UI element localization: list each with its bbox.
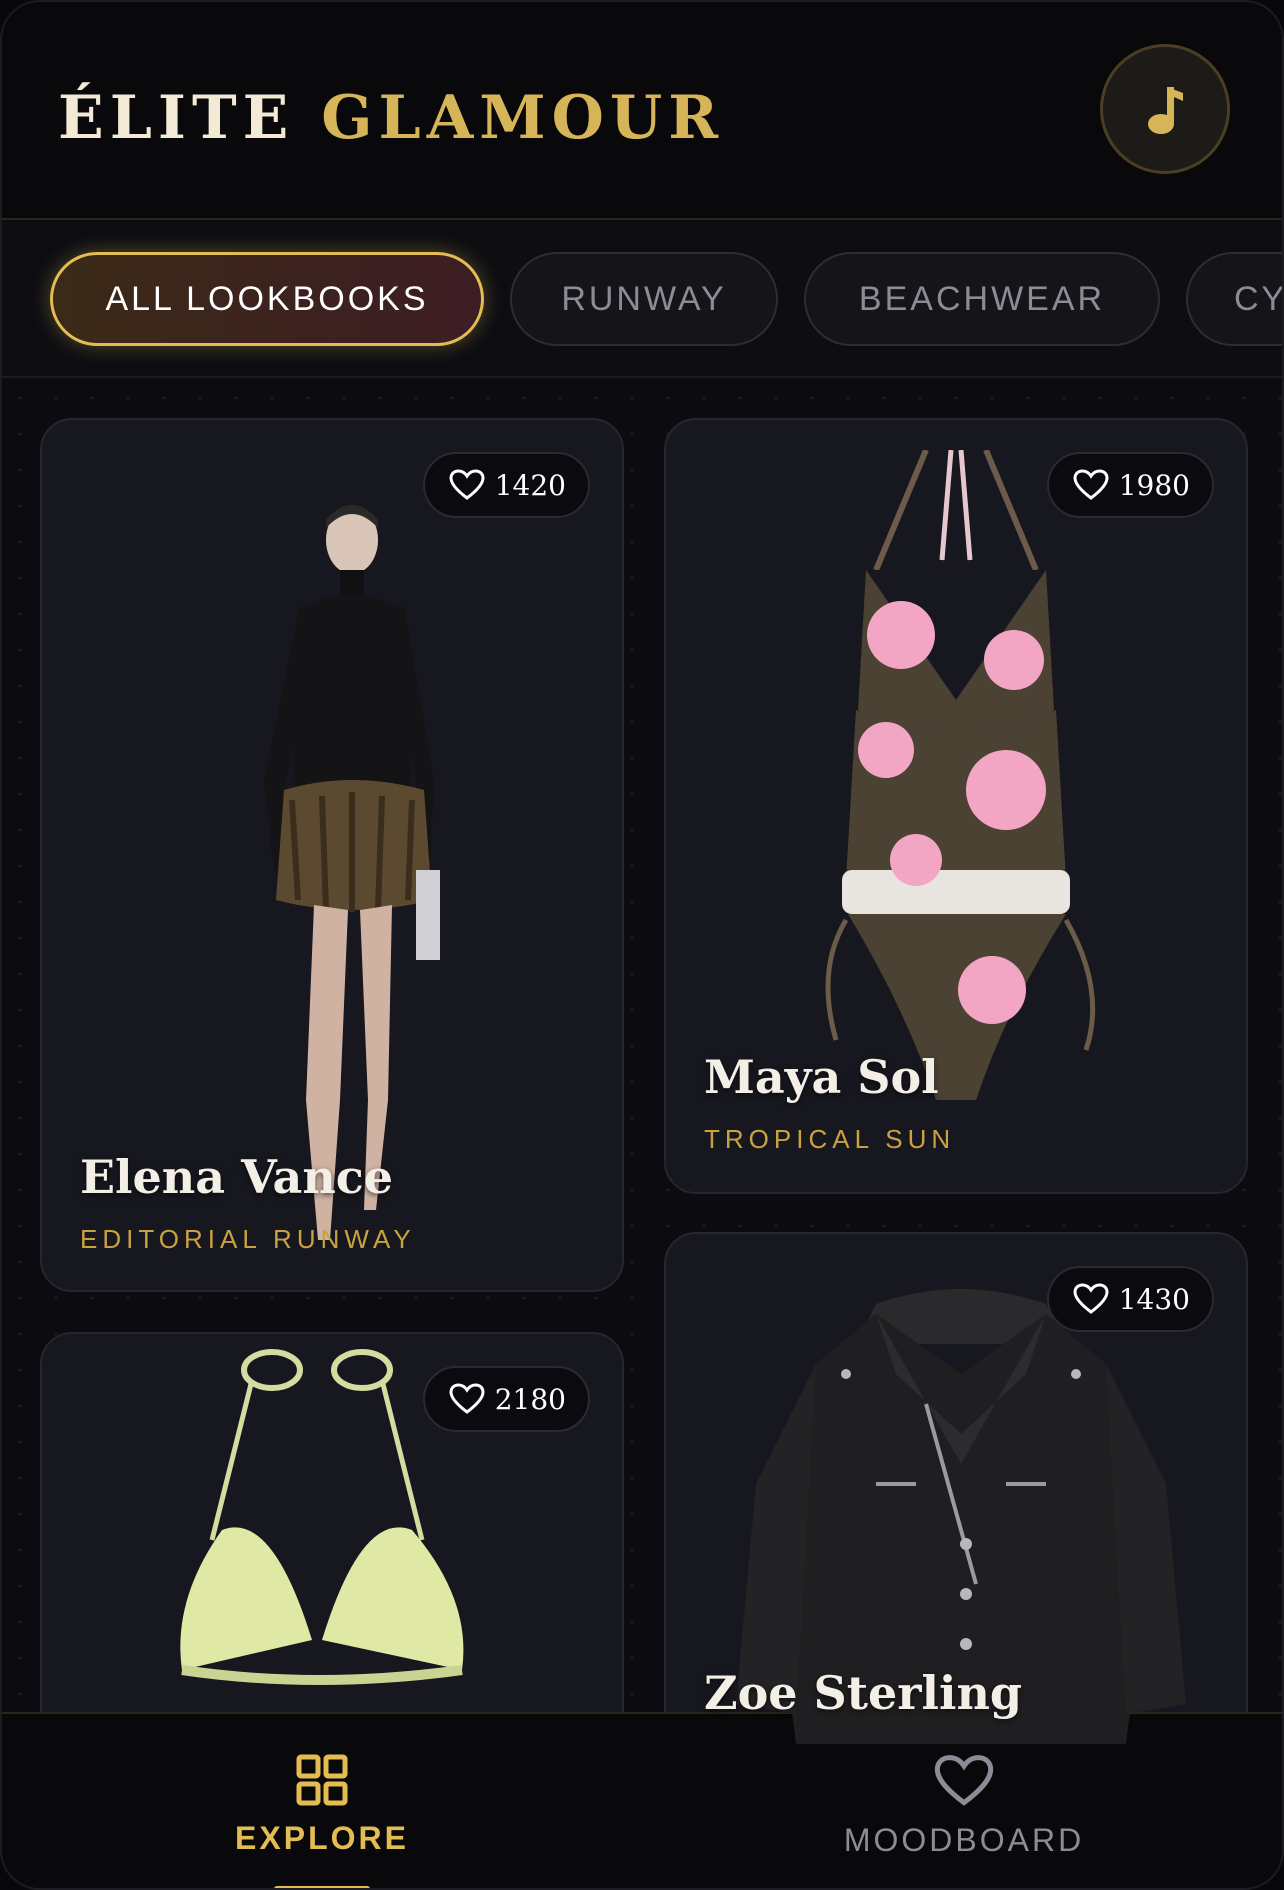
nav-explore-label: EXPLORE [235,1820,409,1856]
like-count: 1430 [1118,1282,1190,1316]
filter-chip-label: RUNWAY [561,279,727,318]
like-count: 1980 [1118,468,1190,502]
header: ÉLITE GLAMOUR [2,2,1282,220]
music-note-icon [1148,87,1183,134]
like-count: 2180 [494,1382,566,1416]
heart-icon [449,469,485,500]
card-category: TROPICAL SUN [704,1124,956,1154]
app-window: ÉLITE GLAMOUR ALL LOOKBOOKS RUNWAY BEACH… [0,0,1284,1890]
filter-chip-runway[interactable]: RUNWAY [510,252,778,346]
lookbook-grid: 1420 Elena Vance EDITORIAL RUNWAY 1980 M… [2,380,1282,1752]
filter-bar: ALL LOOKBOOKS RUNWAY BEACHWEAR CY [2,222,1284,378]
like-button[interactable]: 2180 [422,1366,590,1432]
nav-moodboard[interactable]: MOODBOARD [814,1754,1114,1859]
like-count: 1420 [494,468,566,502]
music-toggle-button[interactable] [1100,44,1230,174]
card-category: EDITORIAL RUNWAY [80,1224,416,1254]
filter-chip-label: BEACHWEAR [858,279,1106,318]
filter-chip-label: CY [1234,279,1284,318]
lookbook-card-maya-sol[interactable]: 1980 Maya Sol TROPICAL SUN [664,418,1248,1194]
runway-model-image [264,505,440,1240]
like-button[interactable]: 1430 [1046,1266,1214,1332]
brand-logo: ÉLITE GLAMOUR [58,78,724,158]
heart-icon [1073,1283,1109,1314]
brand-word-glamour: GLAMOUR [321,83,725,153]
card-title: Maya Sol [704,1050,939,1104]
filter-chip-cyber[interactable]: CY [1186,252,1284,346]
card-title: Zoe Sterling [704,1666,1023,1720]
lookbook-card-zoe-sterling[interactable]: 1430 Zoe Sterling [664,1232,1248,1752]
like-button[interactable]: 1980 [1046,452,1214,518]
filter-chip-beachwear[interactable]: BEACHWEAR [804,252,1160,346]
grid-icon [296,1754,348,1806]
lookbook-card-bikini[interactable]: 2180 [40,1332,624,1752]
like-button[interactable]: 1420 [422,452,590,518]
active-tab-indicator [274,1886,370,1888]
filter-chip-all-lookbooks[interactable]: ALL LOOKBOOKS [50,252,484,346]
card-title: Elena Vance [80,1150,394,1204]
lookbook-card-elena-vance[interactable]: 1420 Elena Vance EDITORIAL RUNWAY [40,418,624,1292]
heart-icon [934,1755,994,1806]
nav-explore[interactable]: EXPLORE [172,1754,472,1857]
nav-moodboard-label: MOODBOARD [843,1822,1085,1858]
filter-chip-label: ALL LOOKBOOKS [105,279,429,318]
heart-icon [449,1383,485,1414]
heart-icon [1073,469,1109,500]
brand-word-elite: ÉLITE [58,83,295,153]
